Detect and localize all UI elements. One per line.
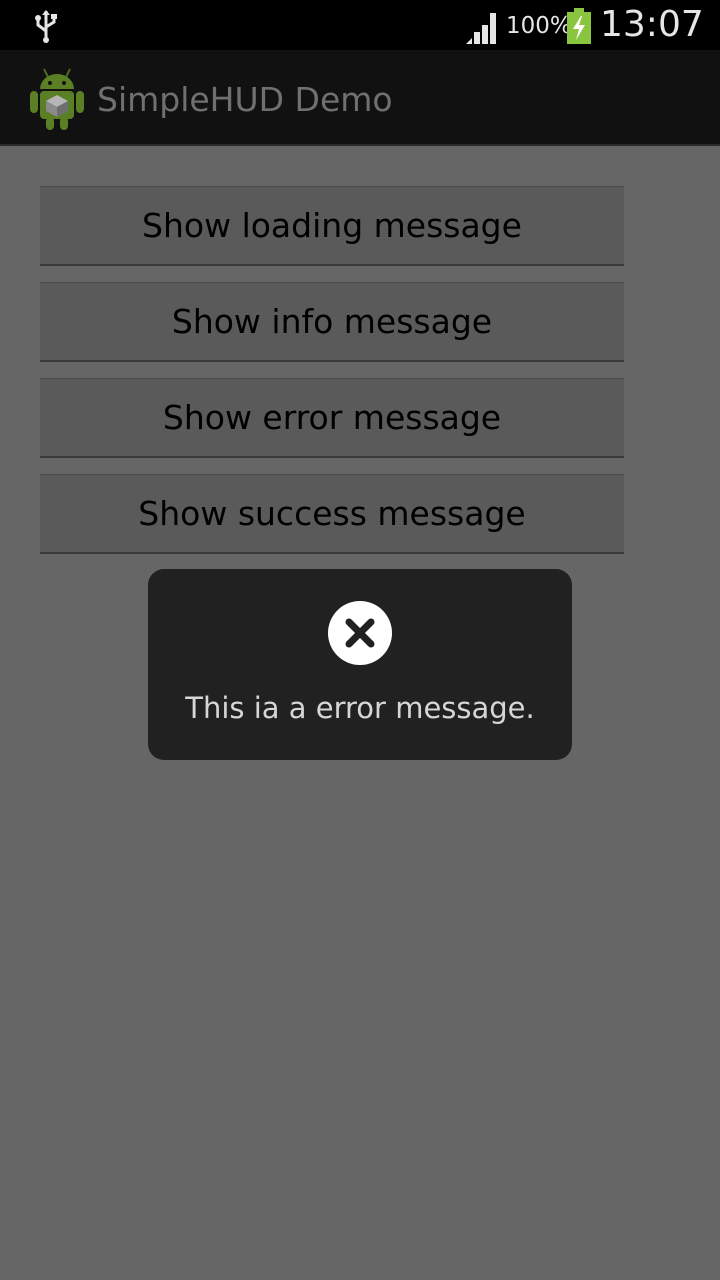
status-bar: 100% 13:07 xyxy=(0,0,720,50)
hud-message: This ia a error message. xyxy=(185,691,535,725)
battery-charging-icon xyxy=(567,8,591,44)
clock: 13:07 xyxy=(600,4,704,45)
signal-icon xyxy=(466,13,496,44)
show-info-button[interactable]: Show info message xyxy=(40,282,624,362)
show-success-button[interactable]: Show success message xyxy=(40,474,624,554)
action-bar: SimpleHUD Demo xyxy=(0,50,720,146)
android-app-icon[interactable] xyxy=(28,65,86,131)
app-title: SimpleHUD Demo xyxy=(97,80,393,119)
show-error-button[interactable]: Show error message xyxy=(40,378,624,458)
show-loading-button[interactable]: Show loading message xyxy=(40,186,624,266)
error-hud: This ia a error message. xyxy=(148,569,572,760)
battery-percent: 100% xyxy=(506,13,572,39)
close-circle-icon xyxy=(328,601,392,665)
usb-icon xyxy=(35,10,57,43)
